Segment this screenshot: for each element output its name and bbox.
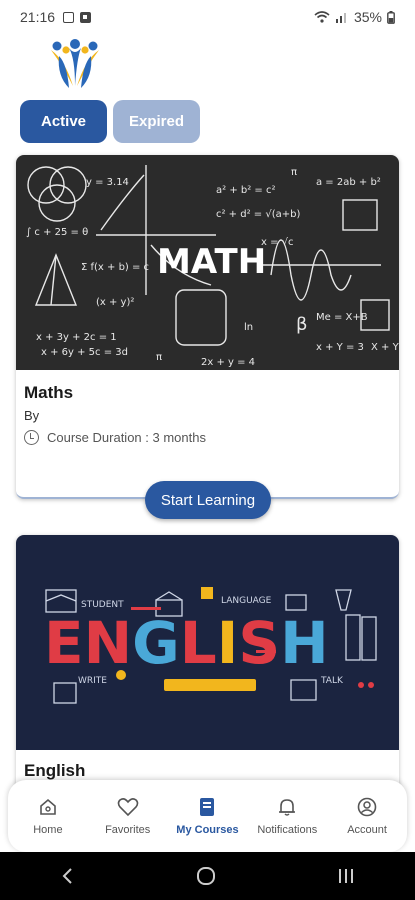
image-label-talk: TALK — [320, 676, 344, 686]
course-duration: Course Duration : 3 months — [24, 430, 206, 445]
svg-text:π: π — [291, 167, 297, 178]
nav-favorites-label: Favorites — [105, 824, 151, 836]
tab-active[interactable]: Active — [20, 100, 107, 143]
english-course-image: STUDENT LANGUAGE WRITE TALK ENGLISH — [16, 535, 399, 750]
course-duration-text: Course Duration : 3 months — [47, 430, 206, 445]
nav-my-courses-label: My Courses — [176, 824, 239, 836]
battery-icon — [387, 10, 395, 24]
svg-text:x + 3y + 2c = 1: x + 3y + 2c = 1 — [36, 332, 117, 343]
status-time: 21:16 — [20, 9, 56, 25]
course-status-tabs: Active Expired — [20, 100, 200, 143]
svg-text:β: β — [296, 314, 308, 335]
course-author-label: By — [24, 408, 40, 423]
course-card-maths[interactable]: y = 3.14 ∫ c + 25 = θ Σ f(x + b) = c (x … — [16, 155, 399, 499]
recents-icon[interactable] — [337, 867, 355, 885]
bell-icon — [276, 796, 298, 818]
svg-text:∫ c + 25 = θ: ∫ c + 25 = θ — [26, 227, 88, 238]
start-learning-button[interactable]: Start Learning — [145, 481, 271, 519]
svg-text:x + 6y + 5c = 3d: x + 6y + 5c = 3d — [41, 347, 128, 358]
english-image-text: ENGLISH — [44, 609, 329, 677]
maths-image-text: MATH — [157, 242, 266, 282]
svg-text:Σ f(x + b) = c: Σ f(x + b) = c — [81, 262, 149, 273]
wifi-icon — [314, 11, 330, 23]
heart-icon — [117, 796, 139, 818]
nav-account[interactable]: Account — [328, 796, 406, 836]
svg-text:a = 2ab + b²: a = 2ab + b² — [316, 177, 381, 188]
maths-course-image: y = 3.14 ∫ c + 25 = θ Σ f(x + b) = c (x … — [16, 155, 399, 370]
nav-favorites[interactable]: Favorites — [89, 796, 167, 836]
app-header — [0, 34, 415, 96]
svg-text:X + Y = 3: X + Y = 3 — [371, 342, 399, 353]
svg-text:π: π — [156, 352, 162, 363]
signal-icon — [335, 13, 346, 23]
svg-text:2x + y = 4: 2x + y = 4 — [201, 357, 255, 368]
home-icon — [37, 796, 59, 818]
book-icon — [196, 796, 218, 818]
notification-icons — [63, 11, 92, 23]
battery-percent: 35% — [353, 9, 382, 25]
image-label-language: LANGUAGE — [221, 596, 272, 606]
svg-text:c² + d² = √(a+b): c² + d² = √(a+b) — [216, 209, 300, 220]
status-right: 35% — [314, 9, 395, 25]
nav-account-label: Account — [347, 824, 387, 836]
image-notification-icon — [63, 11, 75, 23]
app-logo — [51, 39, 99, 88]
home-circle-icon[interactable] — [196, 866, 216, 886]
back-icon[interactable] — [61, 867, 75, 885]
course-title: English — [24, 761, 86, 780]
bottom-navigation: Home Favorites My Courses Notifications … — [8, 780, 407, 852]
image-label-write: WRITE — [78, 676, 107, 686]
clock-icon — [24, 430, 39, 445]
nav-my-courses[interactable]: My Courses — [168, 796, 246, 836]
status-bar: 21:16 35% — [0, 0, 415, 34]
svg-text:Me = X+B: Me = X+B — [316, 312, 368, 323]
system-navigation-bar — [0, 852, 415, 900]
nav-notifications[interactable]: Notifications — [248, 796, 326, 836]
svg-text:a² + b² = c²: a² + b² = c² — [216, 185, 275, 196]
svg-text:(x + y)²: (x + y)² — [96, 297, 134, 308]
course-title: Maths — [24, 383, 74, 402]
nav-home[interactable]: Home — [9, 796, 87, 836]
account-icon — [356, 796, 378, 818]
nav-notifications-label: Notifications — [257, 824, 318, 836]
tab-expired[interactable]: Expired — [113, 100, 200, 143]
svg-text:x + Y = 3: x + Y = 3 — [316, 342, 364, 353]
nav-home-label: Home — [33, 824, 63, 836]
svg-text:y = 3.14: y = 3.14 — [86, 177, 129, 188]
app-notification-icon — [80, 11, 92, 23]
svg-text:ln: ln — [244, 322, 253, 333]
